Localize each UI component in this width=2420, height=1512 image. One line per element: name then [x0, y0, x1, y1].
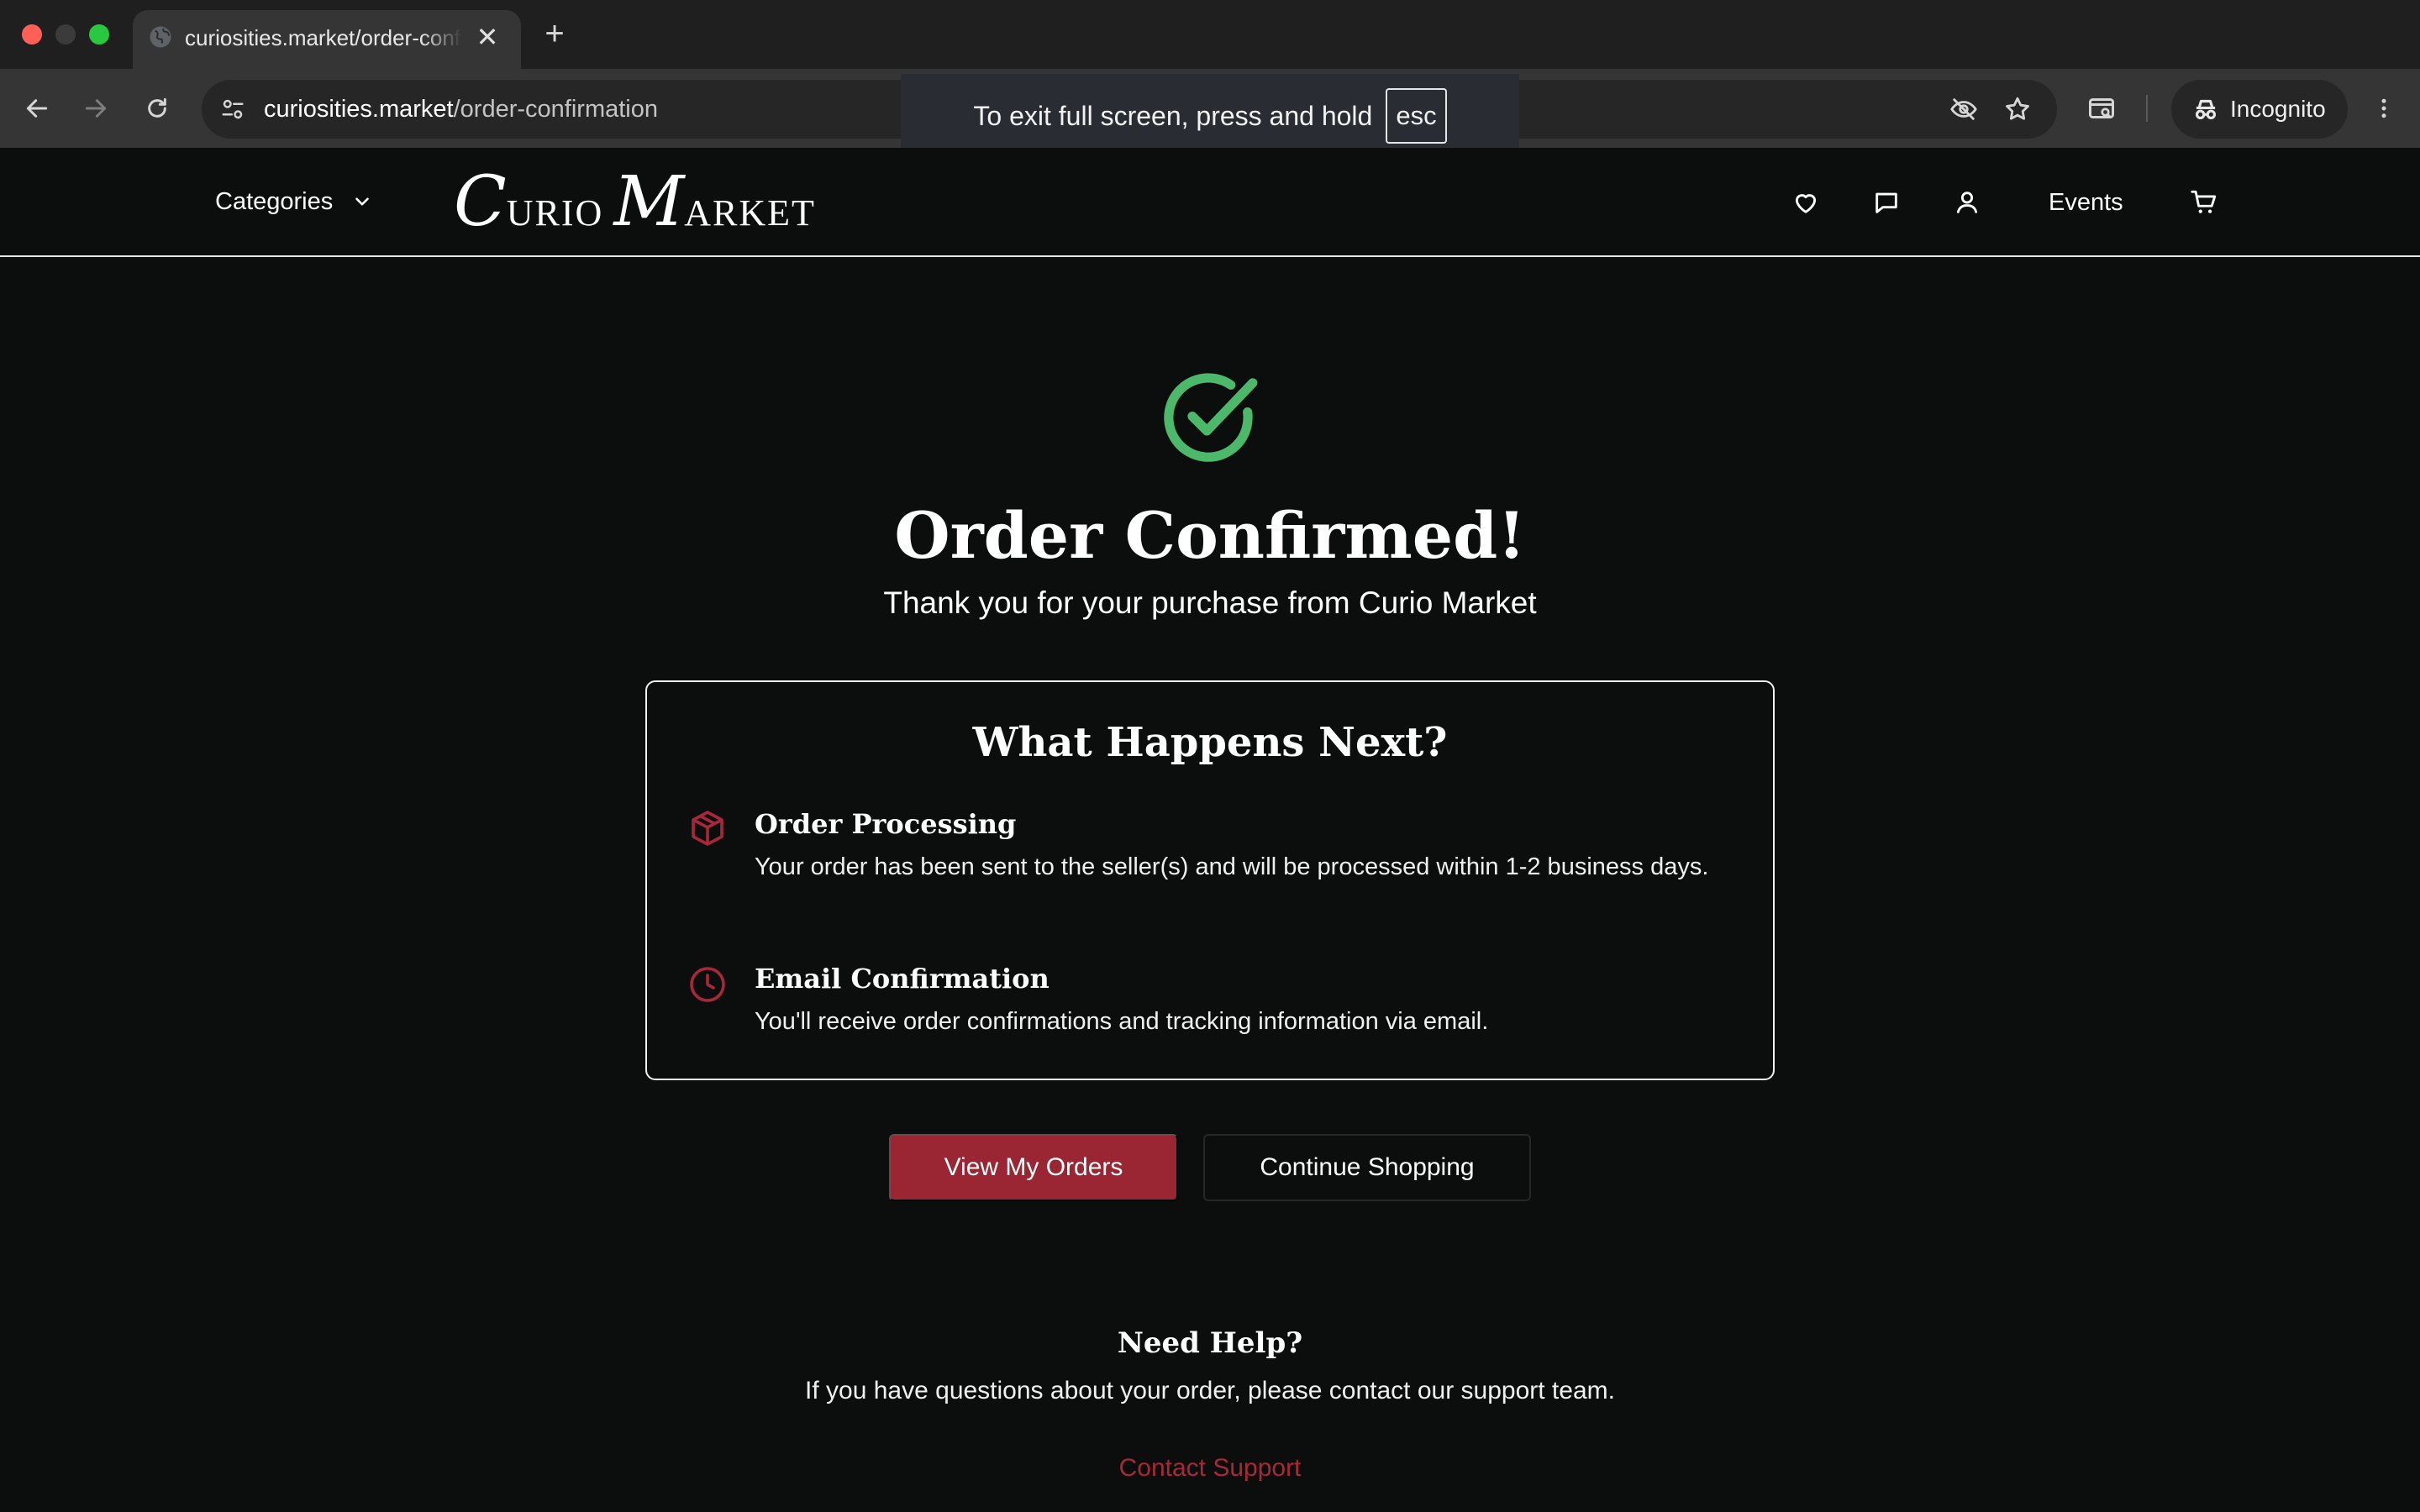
forward-arrow-icon[interactable]: [76, 89, 115, 128]
site-settings-icon[interactable]: [213, 90, 252, 129]
reload-icon[interactable]: [138, 89, 176, 128]
clock-icon: [690, 967, 725, 1002]
help-text: If you have questions about your order, …: [805, 1377, 1615, 1404]
window-close-button[interactable]: [22, 24, 42, 45]
eye-off-icon[interactable]: [1944, 90, 1983, 129]
browser-tab-strip: curiosities.market/order-confirmation ✕ …: [0, 0, 2420, 69]
globe-icon: [150, 26, 171, 48]
tab-title: curiosities.market/order-confirmation: [185, 25, 462, 50]
bookmark-star-icon[interactable]: [1998, 90, 2037, 129]
contact-support-link[interactable]: Contact Support: [1084, 1452, 1336, 1485]
categories-label: Categories: [215, 187, 334, 215]
step-description: You'll receive order confirmations and t…: [755, 1008, 1489, 1035]
categories-dropdown[interactable]: Categories: [215, 185, 373, 218]
step-description: Your order has been sent to the seller(s…: [755, 853, 1709, 880]
continue-shopping-button[interactable]: Continue Shopping: [1203, 1134, 1531, 1201]
fullscreen-toast-text: To exit full screen, press and hold: [973, 100, 1373, 131]
events-link[interactable]: Events: [2049, 185, 2123, 220]
incognito-badge[interactable]: Incognito: [2171, 80, 2348, 139]
fullscreen-exit-toast: To exit full screen, press and hold esc: [901, 74, 1519, 158]
tab-search-icon[interactable]: [2082, 89, 2121, 128]
curio-market-logo[interactable]: C URIO M ARKET: [454, 165, 816, 240]
user-icon[interactable]: [1949, 185, 1985, 220]
page-title: Order Confirmed!: [894, 498, 1526, 573]
browser-tab[interactable]: curiosities.market/order-confirmation ✕: [133, 10, 521, 69]
next-steps-card: What Happens Next? Order Processing Your…: [645, 680, 1775, 1080]
view-my-orders-button[interactable]: View My Orders: [889, 1134, 1178, 1201]
new-tab-button[interactable]: +: [538, 15, 571, 52]
step-title: Email Confirmation: [755, 963, 1050, 995]
window-minimize-button[interactable]: [55, 24, 76, 45]
site-header: Categories C URIO M ARKET Events: [0, 148, 2420, 257]
check-circle-icon: [1164, 373, 1258, 462]
close-tab-icon[interactable]: ✕: [472, 22, 502, 52]
page-subtitle: Thank you for your purchase from Curio M…: [883, 585, 1537, 620]
incognito-label: Incognito: [2230, 96, 2326, 122]
toolbar-divider: [2146, 95, 2148, 122]
package-icon: [692, 811, 723, 846]
message-icon[interactable]: [1869, 185, 1904, 220]
cart-icon[interactable]: [2186, 185, 2222, 220]
heart-icon[interactable]: [1788, 185, 1823, 220]
window-fullscreen-button[interactable]: [89, 24, 109, 45]
back-arrow-icon[interactable]: [18, 89, 56, 128]
url-text: curiosities.market/order-confirmation: [264, 96, 658, 123]
chevron-down-icon: [355, 197, 370, 206]
esc-key-badge: esc: [1386, 88, 1447, 144]
step-title: Order Processing: [755, 808, 1017, 840]
browser-menu-icon[interactable]: [2365, 89, 2403, 128]
help-title: Need Help?: [1117, 1326, 1303, 1360]
incognito-icon: [2195, 99, 2217, 120]
next-steps-title: What Happens Next?: [972, 719, 1448, 766]
